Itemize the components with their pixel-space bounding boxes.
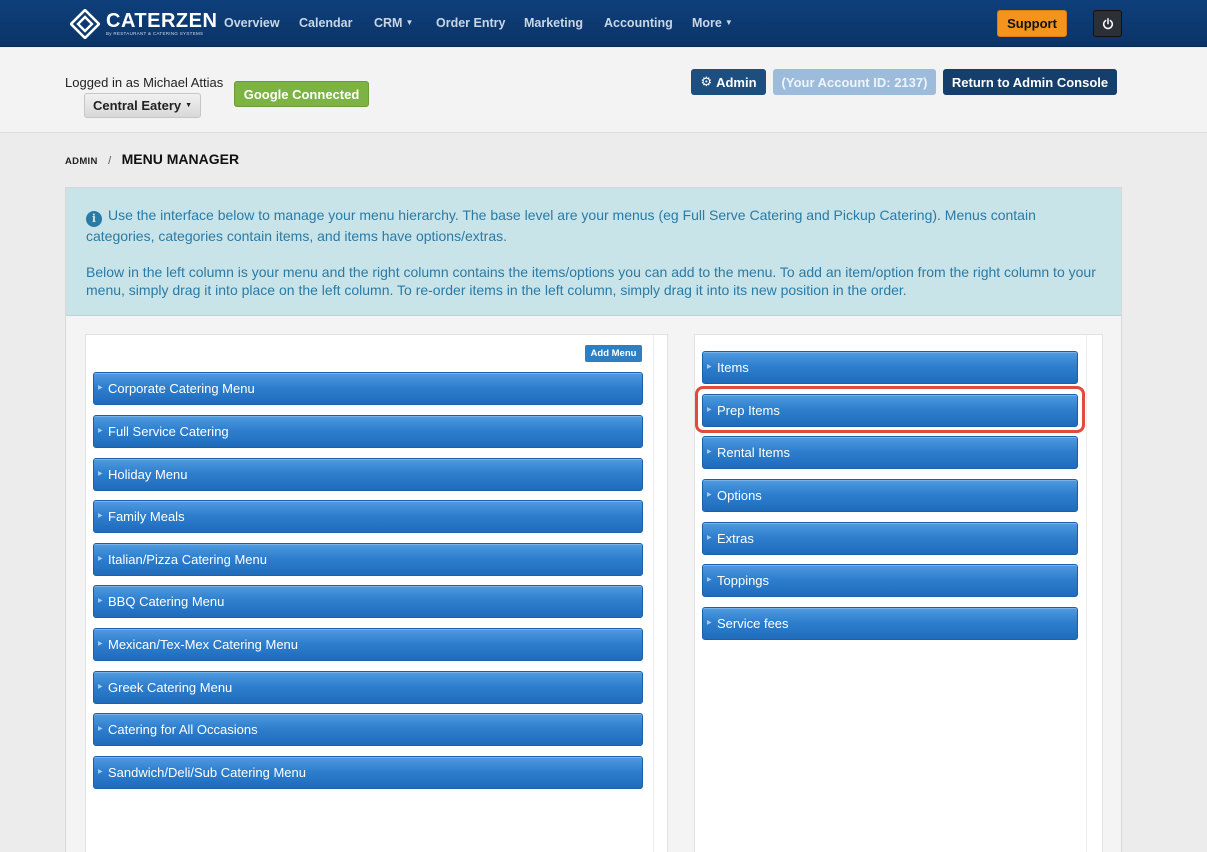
menu-item[interactable]: ▶ BBQ Catering Menu [93, 585, 643, 618]
page-title: MENU MANAGER [121, 151, 240, 167]
breadcrumb-admin-link[interactable]: ADMIN [65, 156, 98, 167]
google-connected-button[interactable]: Google Connected [234, 81, 369, 107]
breadcrumb: ADMIN / MENU MANAGER [65, 151, 239, 169]
logout-button[interactable] [1093, 10, 1122, 37]
admin-button[interactable]: ⚙ Admin [691, 69, 766, 95]
nav-overview[interactable]: Overview [224, 16, 280, 30]
menu-item[interactable]: ▶ Corporate Catering Menu [93, 372, 643, 405]
menu-item[interactable]: ▶ Catering for All Occasions [93, 713, 643, 746]
menu-item[interactable]: ▶ Greek Catering Menu [93, 671, 643, 704]
menu-item[interactable]: ▶ Italian/Pizza Catering Menu [93, 543, 643, 576]
logged-in-text: Logged in as Michael Attias [65, 75, 224, 90]
menu-item[interactable]: ▶ Mexican/Tex-Mex Catering Menu [93, 628, 643, 661]
nav-order-entry[interactable]: Order Entry [436, 16, 505, 30]
return-to-admin-console-button[interactable]: Return to Admin Console [943, 69, 1117, 95]
drag-arrow-icon: ▶ [98, 513, 103, 519]
menu-item[interactable]: ▶ Sandwich/Deli/Sub Catering Menu [93, 756, 643, 789]
drag-arrow-icon: ▶ [98, 726, 103, 732]
nav-calendar[interactable]: Calendar [299, 16, 353, 30]
drag-arrow-icon: ▶ [707, 449, 712, 455]
gear-icon: ⚙ [700, 74, 713, 89]
info-icon: i [86, 211, 102, 227]
info-alert: i Use the interface below to manage your … [66, 188, 1121, 316]
drag-arrow-icon: ▶ [98, 471, 103, 477]
library-item-rental-items[interactable]: ▶ Rental Items [702, 436, 1078, 469]
library-item-toppings[interactable]: ▶ Toppings [702, 564, 1078, 597]
support-button[interactable]: Support [997, 10, 1067, 37]
drag-arrow-icon: ▶ [98, 769, 103, 775]
library-item-prep-items[interactable]: ▶ Prep Items [702, 394, 1078, 427]
drag-arrow-icon: ▶ [98, 598, 103, 604]
caret-down-icon: ▼ [405, 18, 414, 27]
drag-arrow-icon: ▶ [98, 641, 103, 647]
account-id-badge: (Your Account ID: 2137) [773, 69, 936, 95]
admin-label: Admin [716, 74, 757, 90]
breadcrumb-separator: / [108, 155, 112, 167]
drag-arrow-icon: ▶ [707, 577, 712, 583]
nav-accounting[interactable]: Accounting [604, 16, 673, 30]
menu-item[interactable]: ▶ Full Service Catering [93, 415, 643, 448]
drag-arrow-icon: ▶ [707, 535, 712, 541]
menu-manager-panel: i Use the interface below to manage your … [65, 187, 1122, 852]
drag-arrow-icon: ▶ [98, 428, 103, 434]
drag-arrow-icon: ▶ [98, 556, 103, 562]
account-header: Logged in as Michael Attias Central Eate… [0, 48, 1207, 133]
library-list-container: ▶ Items ▶ Prep Items ▶ Rental Items ▶ Option… [695, 335, 1087, 852]
top-navbar: CATERZEN By RESTAURANT & CATERING SYSTEM… [0, 0, 1207, 47]
menu-item[interactable]: ▶ Family Meals [93, 500, 643, 533]
nav-more[interactable]: More ▼ [692, 16, 733, 30]
menu-column: Add Menu ▶ Corporate Catering Menu ▶ Full … [85, 334, 668, 852]
nav-crm[interactable]: CRM ▼ [374, 16, 413, 30]
logo-diamond-icon [70, 9, 100, 39]
library-column: ▶ Items ▶ Prep Items ▶ Rental Items ▶ Option… [694, 334, 1103, 852]
location-label: Central Eatery [92, 98, 182, 113]
caret-down-icon: ▼ [724, 18, 733, 27]
location-dropdown[interactable]: Central Eatery ▼ [84, 93, 201, 118]
drag-arrow-icon: ▶ [707, 364, 712, 370]
drag-arrow-icon: ▶ [98, 385, 103, 391]
library-item-service-fees[interactable]: ▶ Service fees [702, 607, 1078, 640]
library-item-items[interactable]: ▶ Items [702, 351, 1078, 384]
brand-tagline: By RESTAURANT & CATERING SYSTEMS [106, 31, 204, 36]
drag-arrow-icon: ▶ [98, 684, 103, 690]
add-menu-button[interactable]: Add Menu [585, 345, 642, 362]
menu-item[interactable]: ▶ Holiday Menu [93, 458, 643, 491]
power-icon [1102, 17, 1113, 29]
drag-arrow-icon: ▶ [707, 492, 712, 498]
info-paragraph-2: Below in the left column is your menu an… [86, 264, 1096, 299]
caret-down-icon: ▼ [185, 102, 193, 109]
menu-list-container: Add Menu ▶ Corporate Catering Menu ▶ Full … [86, 335, 654, 852]
library-item-extras[interactable]: ▶ Extras [702, 522, 1078, 555]
nav-marketing[interactable]: Marketing [524, 16, 583, 30]
library-item-options[interactable]: ▶ Options [702, 479, 1078, 512]
brand-name: CATERZEN [106, 10, 218, 32]
info-paragraph-1: i Use the interface below to manage your … [86, 207, 1036, 244]
drag-arrow-icon: ▶ [707, 407, 712, 413]
drag-arrow-icon: ▶ [707, 620, 712, 626]
